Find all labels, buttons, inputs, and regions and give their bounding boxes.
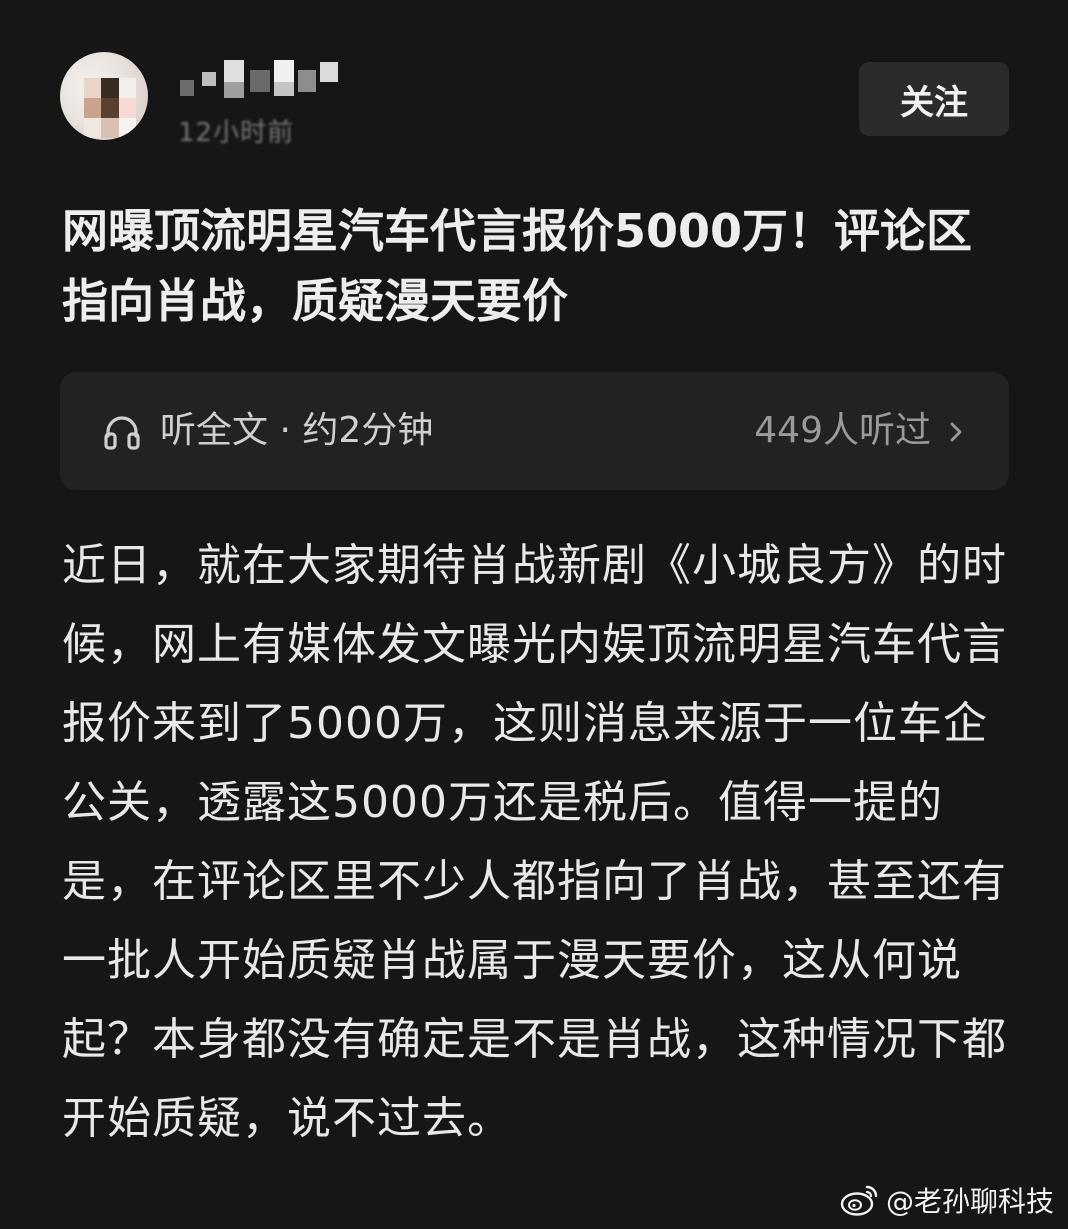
chevron-right-icon: [950, 422, 962, 442]
listen-count: 449人听过: [754, 410, 931, 451]
follow-button[interactable]: 关注: [859, 62, 1009, 136]
username-redacted[interactable]: [180, 60, 340, 100]
weibo-icon: [840, 1185, 878, 1216]
post-timestamp: 12小时前: [178, 118, 295, 148]
listen-full-text-bar[interactable]: 听全文 · 约2分钟 449人听过: [60, 372, 1009, 490]
article-body: 近日，就在大家期待肖战新剧《小城良方》的时候，网上有媒体发文曝光内娱顶流明星汽车…: [62, 540, 1007, 1144]
watermark-text: @老孙聊科技: [885, 1185, 1054, 1218]
avatar-mosaic: [84, 78, 136, 138]
avatar[interactable]: [60, 52, 148, 140]
watermark: @老孙聊科技: [840, 1180, 1054, 1220]
post-header: 12小时前 关注: [0, 0, 1068, 160]
listen-label: 听全文 · 约2分钟: [160, 410, 434, 451]
headphones-icon: [104, 416, 140, 450]
article-title: 网曝顶流明星汽车代言报价5000万！评论区指向肖战，质疑漫天要价: [62, 204, 973, 328]
